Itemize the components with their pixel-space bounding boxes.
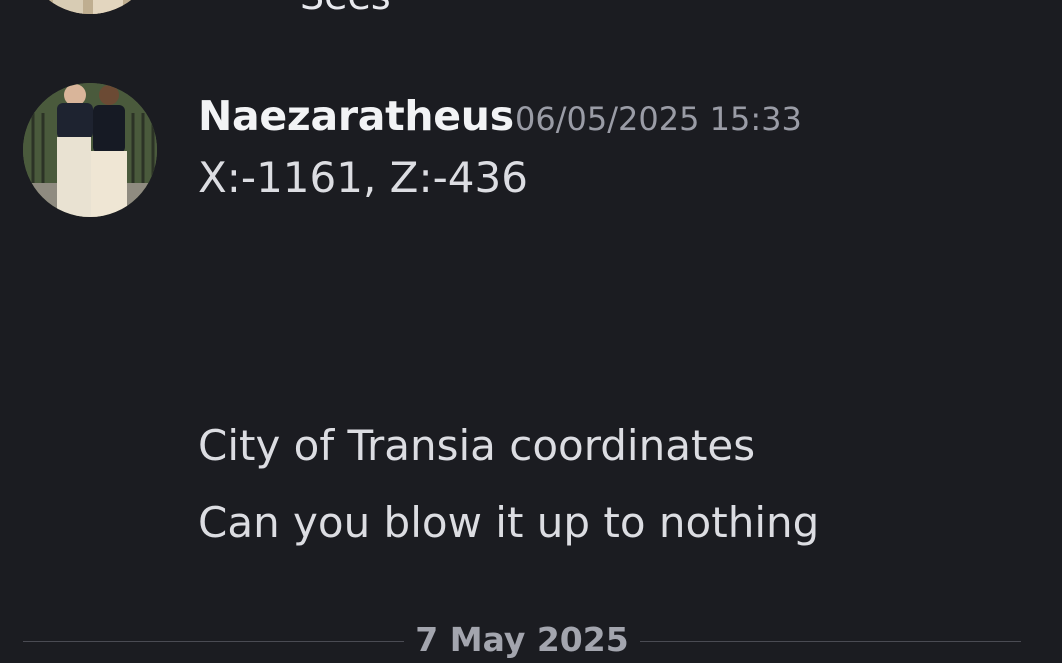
- author-avatar[interactable]: [23, 83, 157, 217]
- message-line-request: Can you blow it up to nothing: [198, 498, 820, 547]
- message-line-coordinates: X:-1161, Z:-436: [198, 153, 528, 202]
- previous-author-avatar[interactable]: [23, 0, 157, 14]
- divider-line-right: [640, 641, 1021, 642]
- message-author[interactable]: Naezaratheus: [198, 92, 514, 140]
- date-divider-label: 7 May 2025: [415, 620, 629, 659]
- previous-message-text: Sees: [300, 0, 391, 18]
- message-timestamp: 06/05/2025 15:33: [515, 100, 802, 138]
- divider-line-left: [23, 641, 404, 642]
- message-line-city: City of Transia coordinates: [198, 421, 756, 470]
